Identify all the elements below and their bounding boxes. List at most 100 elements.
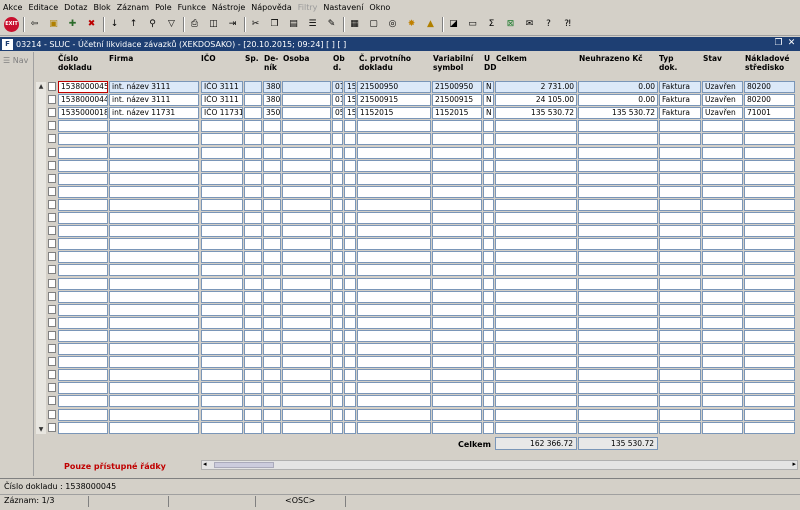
cell-ico[interactable] xyxy=(201,408,243,421)
cell-celkem[interactable] xyxy=(495,172,577,185)
cell-ico[interactable] xyxy=(201,421,243,434)
cell-ob[interactable] xyxy=(332,277,343,290)
exit-button[interactable]: EXIT xyxy=(4,17,19,32)
cell-firma[interactable] xyxy=(109,356,199,369)
cell-sp[interactable] xyxy=(244,421,262,434)
cell-d[interactable] xyxy=(344,172,356,185)
cell-stredisko[interactable] xyxy=(744,133,795,146)
print-preview-icon[interactable]: ◫ xyxy=(206,17,221,32)
vertical-scrollbar[interactable]: ▲ ▼ xyxy=(36,82,46,434)
cell-vs[interactable] xyxy=(432,395,482,408)
cell-typ[interactable] xyxy=(659,120,701,133)
cell-denik[interactable] xyxy=(263,133,281,146)
cell-celkem[interactable] xyxy=(495,185,577,198)
cell-neuhrazeno[interactable] xyxy=(578,198,658,211)
row-selector[interactable] xyxy=(48,226,56,236)
help-icon[interactable]: ? xyxy=(541,17,556,32)
cell-prvotni[interactable] xyxy=(357,264,431,277)
cell-celkem[interactable] xyxy=(495,251,577,264)
horizontal-scrollbar[interactable]: ◂ ▸ xyxy=(201,460,798,470)
cell-stredisko[interactable]: 71001 xyxy=(744,107,795,120)
cell-cislo[interactable] xyxy=(58,185,108,198)
cell-stredisko[interactable] xyxy=(744,343,795,355)
cell-stav[interactable] xyxy=(702,159,743,172)
cell-prvotni[interactable] xyxy=(357,225,431,238)
cell-typ[interactable] xyxy=(659,395,701,408)
row-selector[interactable] xyxy=(48,304,56,314)
cell-vs[interactable] xyxy=(432,343,482,355)
cell-prvotni[interactable] xyxy=(357,343,431,355)
chart-icon[interactable]: ◪ xyxy=(446,17,461,32)
cell-stredisko[interactable] xyxy=(744,369,795,382)
cell-firma[interactable] xyxy=(109,185,199,198)
cell-ob[interactable] xyxy=(332,120,343,133)
cell-ico[interactable] xyxy=(201,277,243,290)
cell-ico[interactable] xyxy=(201,238,243,251)
cell-stredisko[interactable]: 80200 xyxy=(744,94,795,107)
cell-stav[interactable] xyxy=(702,303,743,316)
cell-d[interactable] xyxy=(344,159,356,172)
cell-sp[interactable] xyxy=(244,316,262,329)
cell-ob[interactable] xyxy=(332,159,343,172)
cell-prvotni[interactable] xyxy=(357,198,431,211)
restore-icon[interactable]: ❐ xyxy=(773,38,784,49)
cell-ob[interactable] xyxy=(332,212,343,224)
cell-udd[interactable] xyxy=(483,290,494,303)
cell-celkem[interactable] xyxy=(495,408,577,421)
cell-sp[interactable] xyxy=(244,81,262,93)
cell-udd[interactable] xyxy=(483,303,494,316)
cell-cislo[interactable] xyxy=(58,343,108,355)
cell-denik[interactable] xyxy=(263,303,281,316)
cell-stav[interactable]: Uzavřen xyxy=(702,94,743,107)
cell-stredisko[interactable] xyxy=(744,159,795,172)
cell-typ[interactable] xyxy=(659,329,701,342)
row-selector[interactable] xyxy=(48,291,56,301)
row-selector[interactable] xyxy=(48,422,56,432)
cell-prvotni[interactable] xyxy=(357,159,431,172)
cell-firma[interactable] xyxy=(109,225,199,238)
sort-asc-icon[interactable]: ↓ xyxy=(107,17,122,32)
cell-neuhrazeno[interactable] xyxy=(578,395,658,408)
cell-typ[interactable] xyxy=(659,198,701,211)
cell-denik[interactable] xyxy=(263,277,281,290)
cell-typ[interactable] xyxy=(659,343,701,355)
cell-ico[interactable] xyxy=(201,146,243,159)
cell-firma[interactable] xyxy=(109,146,199,159)
sort-desc-icon[interactable]: ↑ xyxy=(126,17,141,32)
cell-udd[interactable] xyxy=(483,185,494,198)
cell-d[interactable] xyxy=(344,251,356,264)
cell-ico[interactable] xyxy=(201,120,243,133)
cell-udd[interactable] xyxy=(483,225,494,238)
cell-sp[interactable] xyxy=(244,94,262,107)
cell-neuhrazeno[interactable]: 0.00 xyxy=(578,81,658,93)
cell-ico[interactable] xyxy=(201,343,243,355)
cell-udd[interactable] xyxy=(483,316,494,329)
cell-udd[interactable] xyxy=(483,395,494,408)
cell-typ[interactable] xyxy=(659,146,701,159)
cell-neuhrazeno[interactable] xyxy=(578,146,658,159)
cell-vs[interactable]: 1152015 xyxy=(432,107,482,120)
cell-cislo[interactable] xyxy=(58,369,108,382)
cell-vs[interactable] xyxy=(432,382,482,395)
cell-ico[interactable] xyxy=(201,290,243,303)
cell-typ[interactable] xyxy=(659,408,701,421)
menu-item[interactable]: Pole xyxy=(155,3,172,12)
cell-d[interactable] xyxy=(344,421,356,434)
cell-d[interactable] xyxy=(344,185,356,198)
cell-stredisko[interactable] xyxy=(744,329,795,342)
cell-vs[interactable] xyxy=(432,172,482,185)
cell-cislo[interactable] xyxy=(58,225,108,238)
cell-osoba[interactable] xyxy=(282,343,331,355)
scroll-right-icon[interactable]: ▸ xyxy=(792,460,796,468)
cell-stav[interactable] xyxy=(702,421,743,434)
cell-neuhrazeno[interactable] xyxy=(578,369,658,382)
cell-neuhrazeno[interactable] xyxy=(578,264,658,277)
cell-ob[interactable] xyxy=(332,146,343,159)
cell-typ[interactable]: Faktura xyxy=(659,94,701,107)
cell-neuhrazeno[interactable] xyxy=(578,290,658,303)
row-selector[interactable] xyxy=(48,213,56,222)
cell-stav[interactable] xyxy=(702,120,743,133)
cell-stav[interactable]: Uzavřen xyxy=(702,81,743,93)
cell-celkem[interactable] xyxy=(495,382,577,395)
cell-sp[interactable] xyxy=(244,185,262,198)
